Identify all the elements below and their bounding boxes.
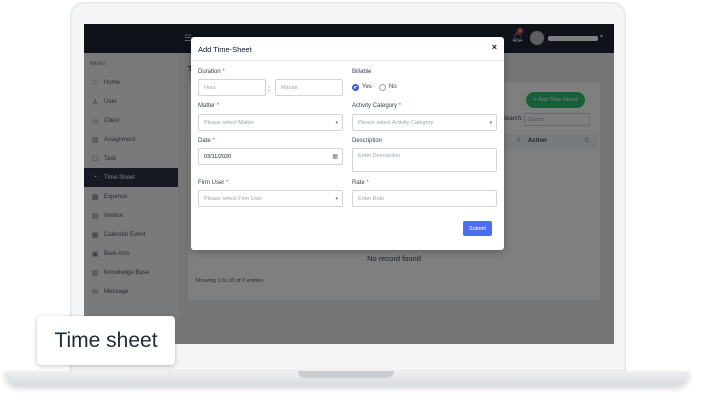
matter-label: Matter * [198,103,219,109]
required-mark: * [212,138,215,144]
minute-placeholder: Minute [281,84,298,91]
billable-no-label[interactable]: No [389,84,397,90]
firm-user-label: Firm User * [198,180,228,186]
stage: ☰ 🔔︎ 1 ▾ MENU ⌂Home ♙User ▭Client ▤Assig… [0,0,715,403]
hour-placeholder: Hour [204,84,216,91]
date-label: Date * [198,138,215,144]
calendar-icon[interactable]: ▦ [332,153,338,160]
billable-yes-radio[interactable] [352,84,359,91]
date-label-text: Date [198,138,211,144]
activity-category-label: Activity Category * [352,103,401,109]
modal-title: Add Time-Sheet [198,45,252,54]
hour-input[interactable]: Hour [198,79,266,96]
duration-label: Duration * [198,69,225,75]
rate-label-text: Rate [352,180,365,186]
laptop-notch [298,371,394,378]
required-mark: * [366,180,369,186]
required-mark: * [226,180,229,186]
matter-label-text: Matter [198,103,216,109]
date-input[interactable]: 03/11/2020 ▦ [198,148,343,165]
billable-label: Billable [352,69,372,75]
required-mark: * [216,103,220,109]
duration-label-text: Duration [198,69,221,75]
rate-label: Rate * [352,180,369,186]
rate-placeholder: Enter Rate [358,195,385,202]
minute-input[interactable]: Minute [275,79,343,96]
activity-category-select[interactable]: Please select Activity Category ▾ [352,114,497,131]
billable-yes-label[interactable]: Yes [362,84,372,90]
required-mark: * [222,69,225,75]
description-textarea[interactable]: Enter Description [352,148,497,172]
date-value: 03/11/2020 [204,153,232,160]
submit-button[interactable]: Submit [463,221,492,236]
matter-placeholder: Please select Matter [204,119,254,126]
required-mark: * [398,103,402,109]
description-placeholder: Enter Description [358,153,401,159]
rate-input[interactable]: Enter Rate [352,190,497,207]
chevron-down-icon: ▾ [335,120,338,126]
firm-user-select[interactable]: Please select Firm User ▾ [198,190,343,207]
description-label: Description [352,138,383,144]
firm-user-placeholder: Please select Firm User [204,195,263,202]
firm-user-label-text: Firm User [198,180,225,186]
modal-divider [191,60,504,61]
add-time-sheet-modal: Add Time-Sheet × Duration * Hour : Minut… [191,37,504,250]
activity-placeholder: Please select Activity Category [358,119,434,126]
activity-label-text: Activity Category [352,103,398,109]
chevron-down-icon: ▾ [335,196,338,202]
billable-no-radio[interactable] [379,84,386,91]
feature-caption: Time sheet [37,316,175,365]
close-icon[interactable]: × [492,42,497,52]
matter-select[interactable]: Please select Matter ▾ [198,114,343,131]
chevron-down-icon: ▾ [489,120,492,126]
duration-colon: : [268,84,271,93]
